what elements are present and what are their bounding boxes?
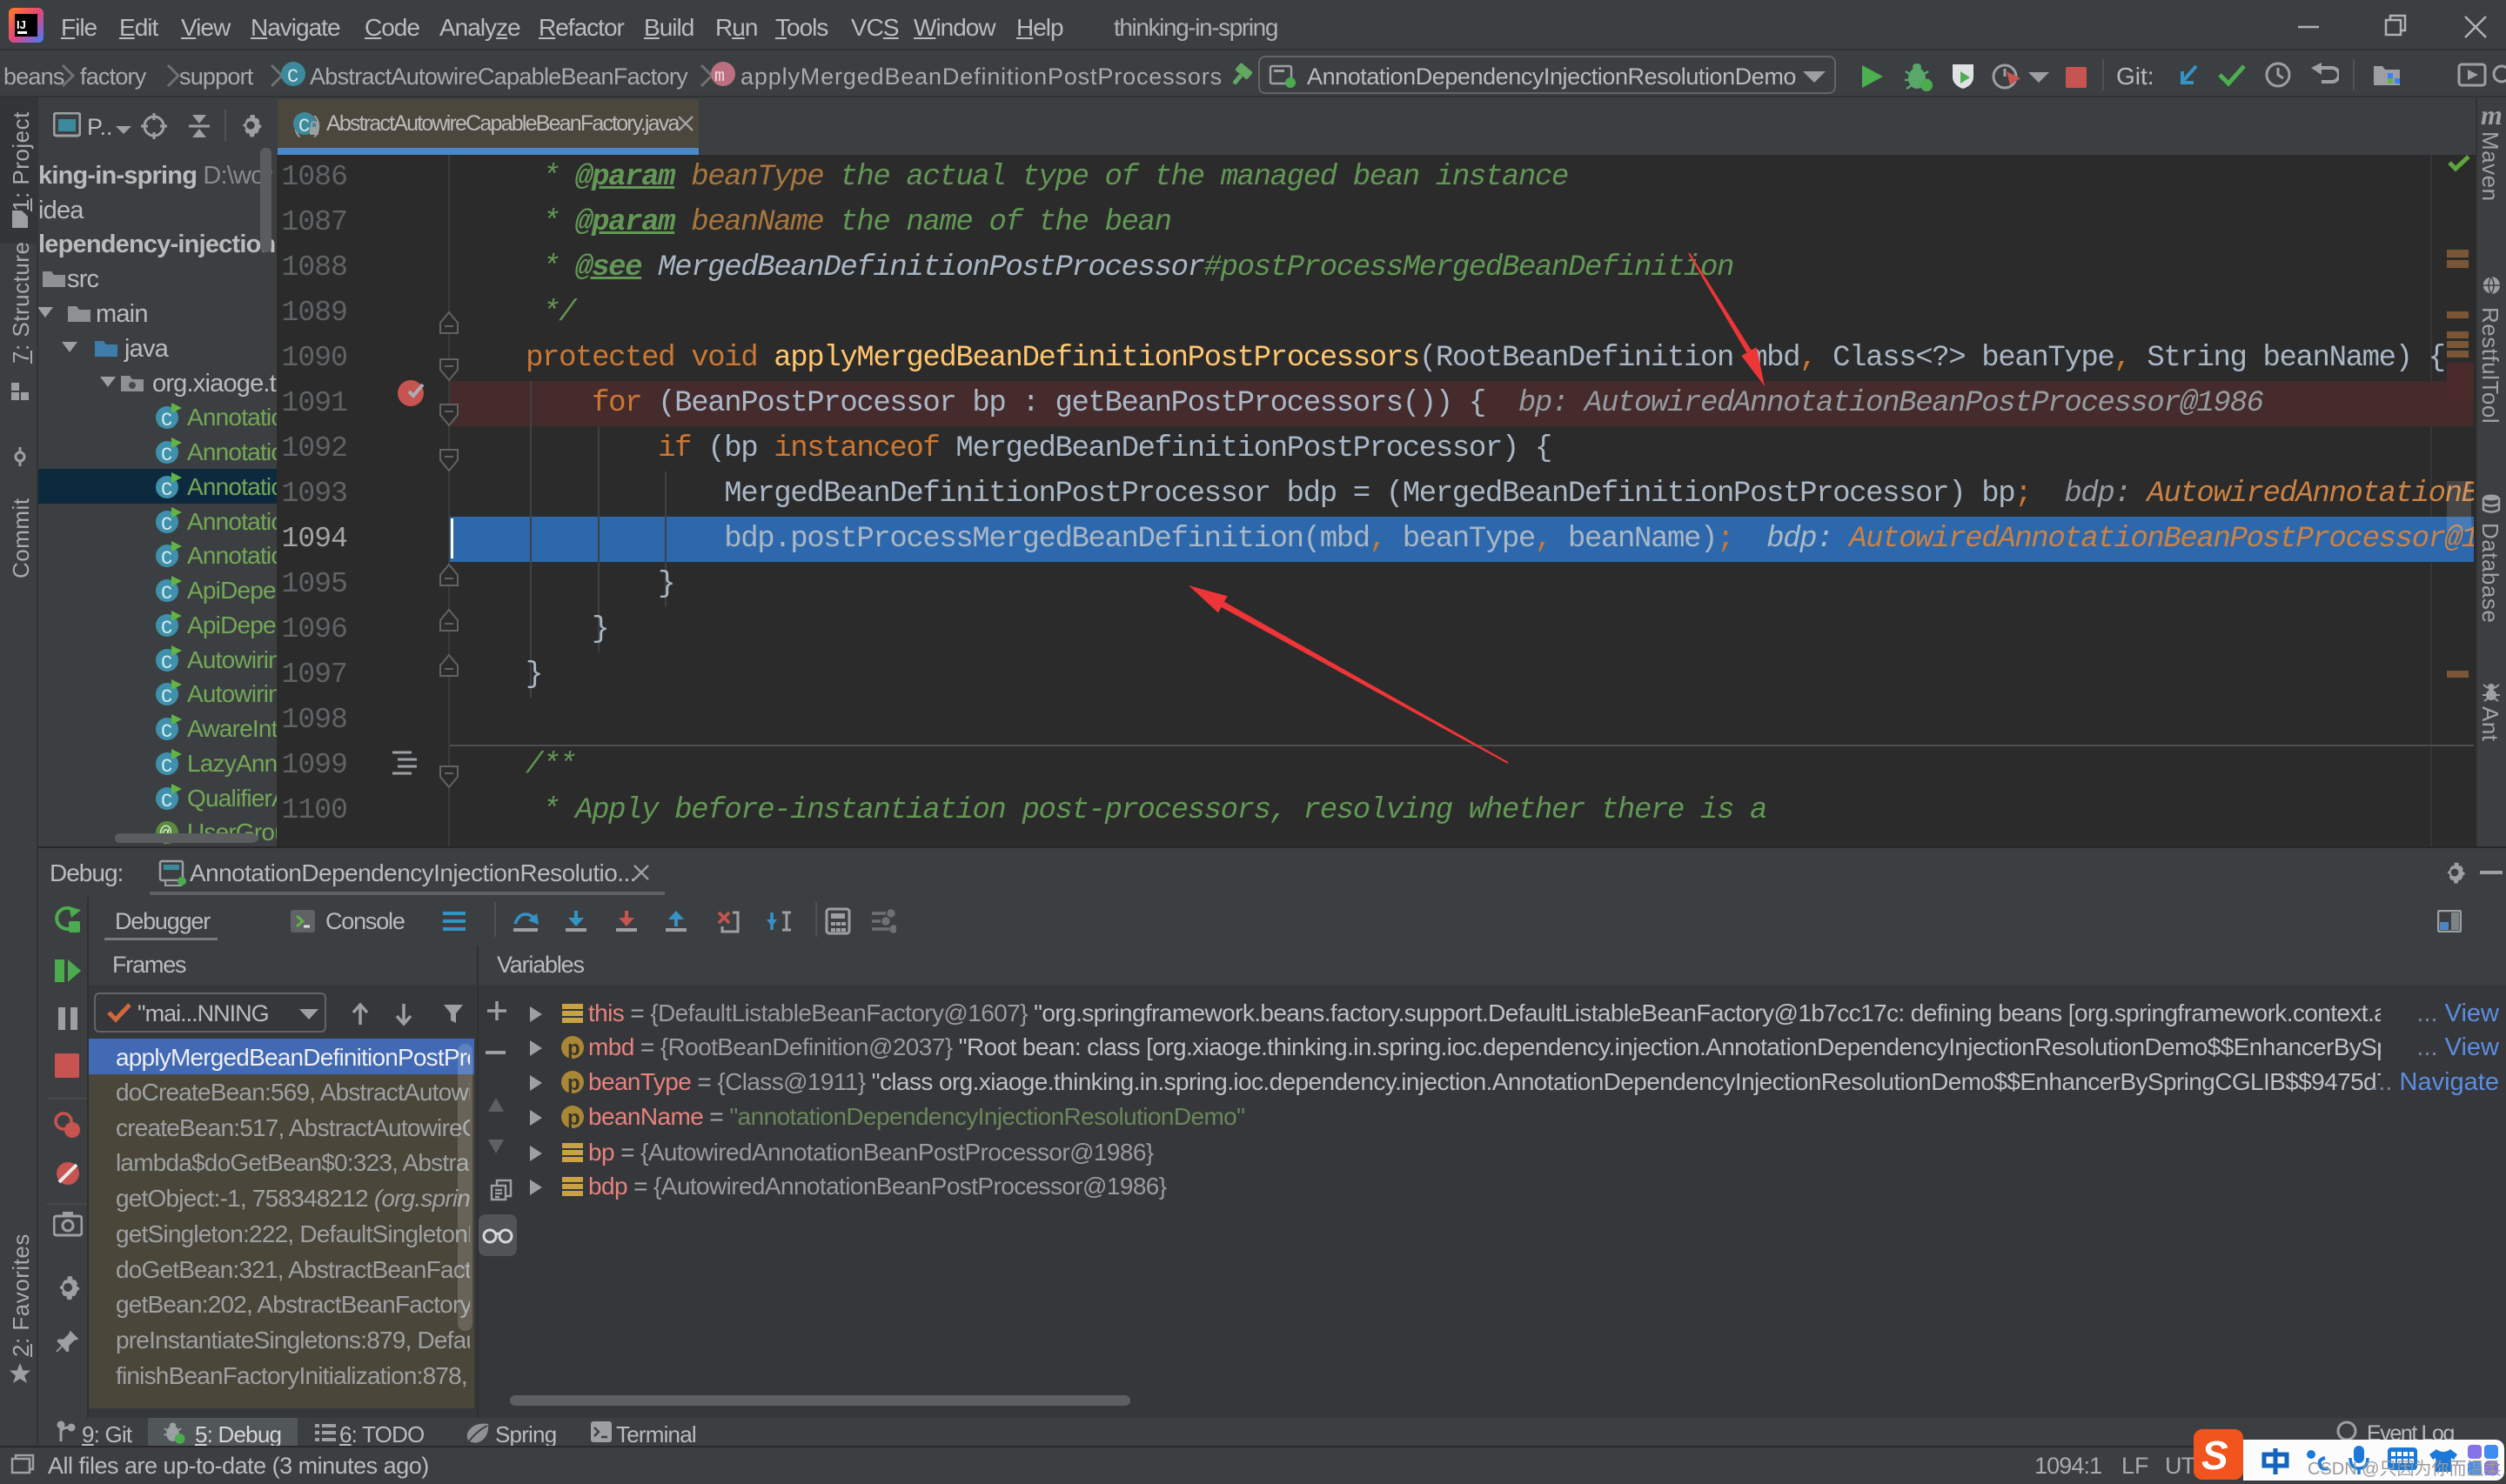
svg-text:p: p	[567, 1037, 580, 1060]
svg-text:p: p	[567, 1106, 580, 1129]
svg-text:IJ: IJ	[17, 18, 26, 31]
svg-text:C: C	[287, 66, 298, 87]
svg-text:p: p	[567, 1072, 580, 1094]
svg-text:C: C	[298, 116, 310, 137]
svg-text:m: m	[714, 67, 725, 87]
